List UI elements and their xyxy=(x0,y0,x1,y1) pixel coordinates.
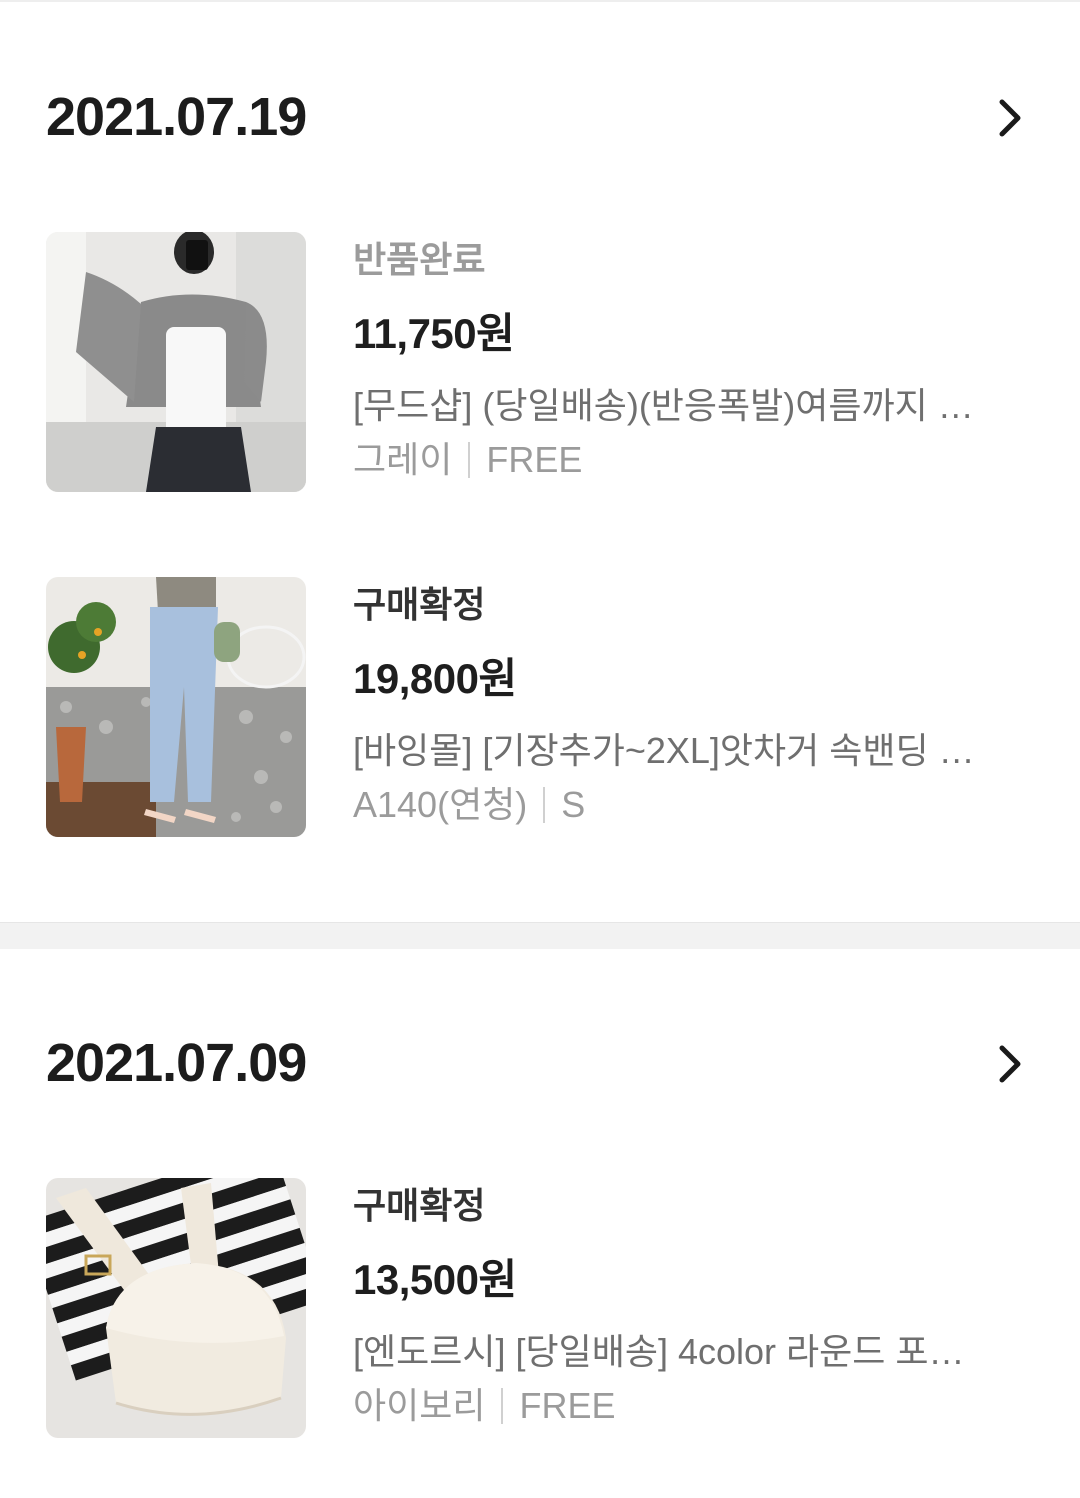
product-title[interactable]: [무드샵] (당일배송)(반응폭발)여름까지 데일리 볼레로 가디건 xyxy=(353,384,993,428)
option-color: 아이보리 xyxy=(353,1385,486,1426)
order-date: 2021.07.19 xyxy=(46,87,307,147)
order-header[interactable]: 2021.07.09 xyxy=(46,1030,1034,1100)
item-price: 19,800원 xyxy=(353,655,517,702)
item-price: 13,500원 xyxy=(353,1256,517,1303)
order-group: 2021.07.19 반품완료 11,750원 [무드샵] (당일배송)(반응폭… xyxy=(0,0,1080,922)
item-options: 아이보리 FREE xyxy=(353,1384,616,1428)
order-item[interactable]: 반품완료 11,750원 [무드샵] (당일배송)(반응폭발)여름까지 데일리 … xyxy=(46,232,1036,492)
item-options: A140(연청) S xyxy=(353,783,585,827)
item-options: 그레이 FREE xyxy=(353,438,582,482)
option-separator xyxy=(501,1388,504,1424)
product-thumbnail[interactable] xyxy=(46,232,306,492)
order-status: 반품완료 xyxy=(353,239,486,280)
option-size: S xyxy=(561,784,586,825)
option-separator xyxy=(543,787,546,823)
order-header[interactable]: 2021.07.19 xyxy=(46,84,1034,154)
option-size: FREE xyxy=(519,1385,616,1426)
product-thumbnail[interactable] xyxy=(46,1178,306,1438)
option-color: 그레이 xyxy=(353,439,453,480)
product-title[interactable]: [엔도르시] [당일배송] 4color 라운드 포켓 숄더백 xyxy=(353,1330,993,1374)
product-title[interactable]: [바잉몰] [기장추가~2XL]앗차거 속밴딩 와이드 데님 xyxy=(353,729,993,773)
order-group: 2021.07.09 구매확정 13,500원 [엔도르시] [당일배송] 4c… xyxy=(0,948,1080,1498)
option-color: A140(연청) xyxy=(353,784,528,825)
order-status: 구매확정 xyxy=(353,584,486,625)
option-separator xyxy=(468,442,471,478)
chevron-right-icon[interactable] xyxy=(986,94,1034,142)
chevron-right-icon[interactable] xyxy=(986,1040,1034,1088)
section-divider xyxy=(0,922,1080,949)
option-size: FREE xyxy=(486,439,583,480)
order-item[interactable]: 구매확정 13,500원 [엔도르시] [당일배송] 4color 라운드 포켓… xyxy=(46,1178,1036,1438)
item-price: 11,750원 xyxy=(353,310,515,357)
order-item[interactable]: 구매확정 19,800원 [바잉몰] [기장추가~2XL]앗차거 속밴딩 와이드… xyxy=(46,577,1036,837)
order-date: 2021.07.09 xyxy=(46,1033,307,1093)
order-status: 구매확정 xyxy=(353,1185,486,1226)
product-thumbnail[interactable] xyxy=(46,577,306,837)
